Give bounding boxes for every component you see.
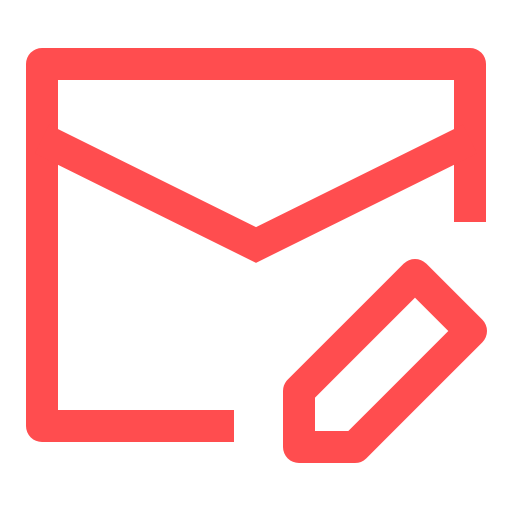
mail-edit-icon (26, 48, 487, 463)
pencil-outline (283, 259, 487, 463)
icon-canvas (0, 0, 512, 512)
envelope-flap (34, 124, 478, 263)
